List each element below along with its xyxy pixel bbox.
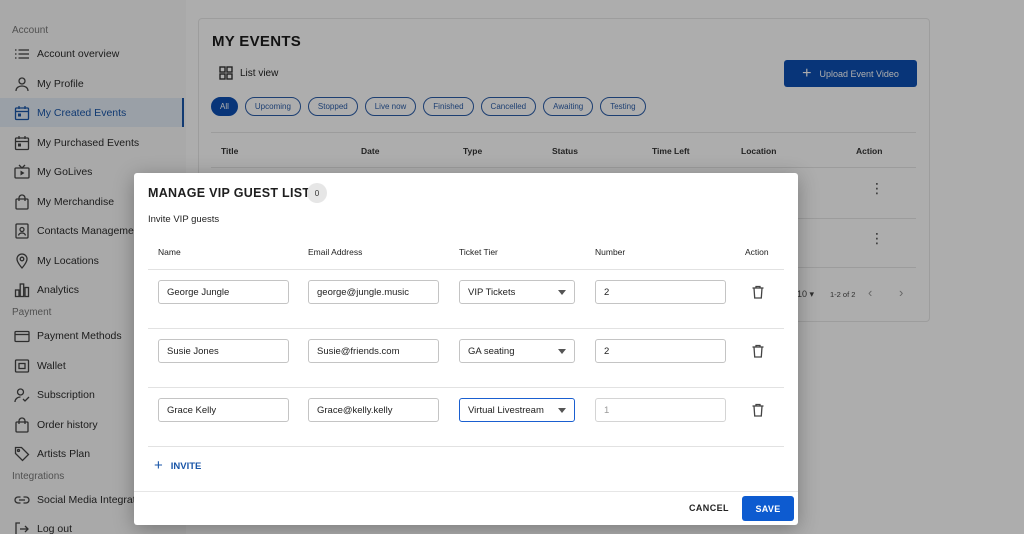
dialog-subtitle: Invite VIP guests: [148, 214, 220, 225]
row-divider: [148, 446, 784, 447]
row-divider: [148, 387, 784, 388]
dialog-title: MANAGE VIP GUEST LIST: [148, 186, 311, 200]
ticket-tier-value: GA seating: [468, 345, 515, 357]
ticket-number-input[interactable]: 1: [595, 398, 726, 422]
dropdown-caret-icon: [558, 290, 566, 295]
column-header-action: Action: [745, 247, 769, 257]
dropdown-caret-icon: [558, 349, 566, 354]
manage-vip-guest-list-dialog: MANAGE VIP GUEST LIST 0 Invite VIP guest…: [134, 173, 798, 525]
cancel-button[interactable]: CANCEL: [689, 503, 729, 513]
row-divider: [148, 269, 784, 270]
ticket-tier-value: Virtual Livestream: [468, 404, 544, 416]
guest-name-input[interactable]: George Jungle: [158, 280, 289, 304]
save-button[interactable]: SAVE: [742, 496, 794, 521]
ticket-tier-select[interactable]: VIP Tickets: [459, 280, 575, 304]
ticket-tier-value: VIP Tickets: [468, 286, 516, 298]
invite-label: INVITE: [170, 460, 202, 472]
guest-name-input[interactable]: Grace Kelly: [158, 398, 289, 422]
column-header-email: Email Address: [308, 247, 363, 257]
guest-name-input[interactable]: Susie Jones: [158, 339, 289, 363]
column-header-name: Name: [158, 247, 181, 257]
ticket-number-input[interactable]: 2: [595, 339, 726, 363]
row-divider: [148, 328, 784, 329]
delete-trash-icon[interactable]: [751, 403, 765, 417]
guest-email-input[interactable]: Susie@friends.com: [308, 339, 439, 363]
dropdown-caret-icon: [558, 408, 566, 413]
guest-email-input[interactable]: Grace@kelly.kelly: [308, 398, 439, 422]
ticket-number-input[interactable]: 2: [595, 280, 726, 304]
column-header-ticket-tier: Ticket Tier: [459, 247, 498, 257]
guest-email-input[interactable]: george@jungle.music: [308, 280, 439, 304]
guest-count-badge: 0: [307, 183, 327, 203]
dialog-footer-divider: [134, 491, 798, 492]
plus-icon: +: [154, 457, 163, 474]
invite-button[interactable]: + INVITE: [154, 457, 202, 474]
delete-trash-icon[interactable]: [751, 344, 765, 358]
ticket-tier-select[interactable]: Virtual Livestream: [459, 398, 575, 422]
delete-trash-icon[interactable]: [751, 285, 765, 299]
ticket-tier-select[interactable]: GA seating: [459, 339, 575, 363]
column-header-number: Number: [595, 247, 626, 257]
